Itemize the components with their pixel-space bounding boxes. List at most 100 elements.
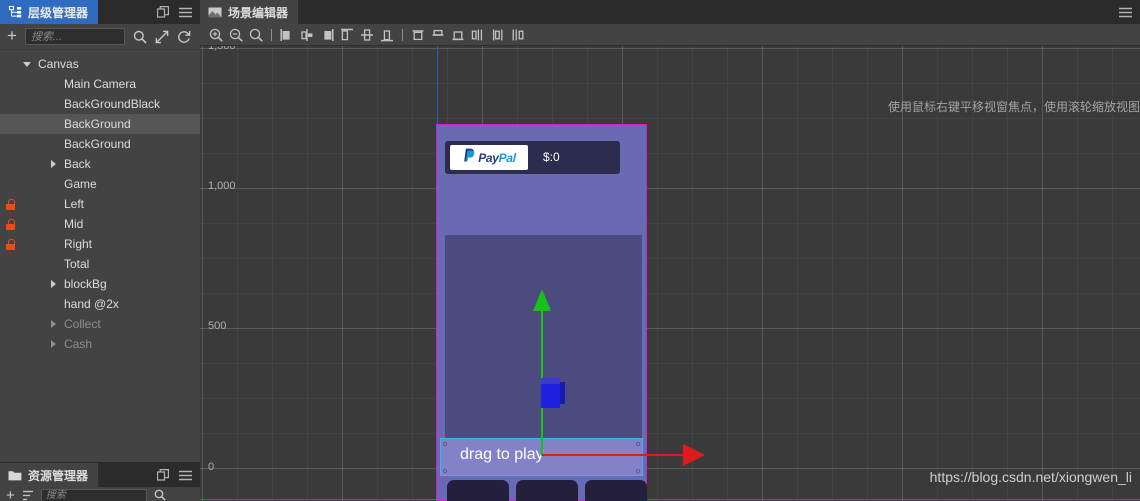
tree-item-label: BackGround [64,117,131,131]
assets-search-box[interactable] [40,488,147,501]
tree-item-label: Main Camera [64,77,137,91]
scene-editor-column: 场景编辑器 1,500 1,000 500 0 PayPal $:0 drag … [200,0,1140,501]
distribute-top-icon[interactable] [408,25,428,45]
align-left-icon[interactable] [277,25,297,45]
tree-item-cash[interactable]: Cash [0,334,200,354]
hamburger-menu-icon[interactable] [1119,7,1132,18]
search-icon[interactable] [133,30,147,44]
distribute-center-icon[interactable] [488,25,508,45]
game-topbar: PayPal $:0 [445,141,620,174]
tree-item-mid[interactable]: Mid [0,214,200,234]
tree-item-label: BackGroundBlack [64,97,161,111]
gizmo-origin-cube-face[interactable] [541,384,560,408]
tree-item-left[interactable]: Left [0,194,200,214]
align-bottom-icon[interactable] [377,25,397,45]
tree-item-label: Collect [64,317,101,331]
selection-handle-bl[interactable] [443,469,447,473]
tree-item-backgroundblack[interactable]: BackGroundBlack [0,94,200,114]
assets-tabbar-actions [157,463,200,487]
distribute-middle-icon[interactable] [428,25,448,45]
folder-icon [8,469,22,482]
hierarchy-search-box[interactable] [24,28,125,45]
zoom-fit-icon[interactable] [246,25,266,45]
selection-handle-tr[interactable] [636,442,640,446]
assets-search-input[interactable] [45,489,142,501]
tree-item-label: hand @2x [64,297,119,311]
hierarchy-toolbar: + [0,24,200,50]
gizmo-x-axis-arrow[interactable] [683,444,705,466]
align-horizontal-center-icon[interactable] [297,25,317,45]
tree-item-collect[interactable]: Collect [0,314,200,334]
hierarchy-search-input[interactable] [30,30,119,43]
ruler-tick-label: 1,500 [208,46,236,52]
chevron-right-glyph [50,280,56,288]
tree-item-canvas[interactable]: Canvas [0,54,200,74]
tree-item-total[interactable]: Total [0,254,200,274]
search-icon[interactable] [154,489,166,501]
slot-1[interactable] [447,480,509,501]
tree-item-background[interactable]: BackGround [0,114,200,134]
slot-2[interactable] [516,480,578,501]
hamburger-menu-icon[interactable] [179,7,192,18]
lock-icon[interactable] [0,238,20,250]
hierarchy-tree[interactable]: Canvas Main Camera BackGroundBlack BackGrou… [0,50,200,462]
tab-hierarchy-label: 层级管理器 [28,5,89,20]
distribute-right-icon[interactable] [508,25,528,45]
tree-item-label: Back [64,157,91,171]
tree-item-label: Canvas [38,57,79,71]
tree-item-back[interactable]: Back [0,154,200,174]
hamburger-menu-icon[interactable] [179,470,192,481]
align-vertical-center-icon[interactable] [357,25,377,45]
hierarchy-icon [8,6,22,19]
expand-arrows-icon[interactable] [155,30,169,44]
chevron-right-icon[interactable] [46,320,60,328]
tab-hierarchy[interactable]: 层级管理器 [0,0,99,24]
cash-amount-label: $:0 [543,150,560,164]
tree-item-main-camera[interactable]: Main Camera [0,74,200,94]
gizmo-y-axis-arrow[interactable] [533,289,551,311]
zoom-in-icon[interactable] [206,25,226,45]
tree-item-hand-2x[interactable]: hand @2x [0,294,200,314]
tab-assets[interactable]: 资源管理器 [0,463,99,487]
tree-item-label: blockBg [64,277,107,291]
lock-glyph [5,218,15,230]
scene-toolbar[interactable] [200,24,1140,46]
tree-item-blockbg[interactable]: blockBg [0,274,200,294]
distribute-bottom-icon[interactable] [448,25,468,45]
slot-3[interactable] [585,480,647,501]
scene-tabbar-actions [1119,0,1140,24]
tree-item-right[interactable]: Right [0,234,200,254]
watermark-url: https://blog.csdn.net/xiongwen_li [929,469,1132,485]
x-axis-line [200,499,1140,500]
selection-handle-br[interactable] [636,469,640,473]
popout-icon[interactable] [157,469,169,481]
align-right-icon[interactable] [317,25,337,45]
chevron-right-icon[interactable] [46,280,60,288]
paypal-badge[interactable]: PayPal [450,145,528,170]
lock-icon[interactable] [0,218,20,230]
zoom-out-icon[interactable] [226,25,246,45]
selection-handle-tl[interactable] [443,442,447,446]
popout-icon[interactable] [157,6,169,18]
add-node-button[interactable]: + [7,27,17,46]
scene-viewport[interactable]: 1,500 1,000 500 0 PayPal $:0 drag to pla… [200,46,1140,501]
sort-icon[interactable] [22,490,34,501]
tree-item-game[interactable]: Game [0,174,200,194]
tab-scene-editor[interactable]: 场景编辑器 [200,0,299,24]
align-top-icon[interactable] [337,25,357,45]
refresh-icon[interactable] [177,30,191,44]
lock-icon[interactable] [0,198,20,210]
tree-item-background[interactable]: BackGround [0,134,200,154]
chevron-right-icon[interactable] [46,340,60,348]
chevron-right-icon[interactable] [46,160,60,168]
gizmo-x-axis-line[interactable] [542,454,704,456]
distribute-left-icon[interactable] [468,25,488,45]
tree-item-label: Left [64,197,85,211]
chevron-down-icon[interactable] [20,61,34,67]
tree-item-label: BackGround [64,137,131,151]
chevron-down-glyph [23,61,31,67]
toolbar-separator-1 [266,25,277,45]
left-column: 层级管理器 + 搜索... Canvas Main Camera BackGro… [0,0,200,501]
add-asset-button[interactable]: + [6,488,15,501]
tree-item-label: Cash [64,337,93,351]
